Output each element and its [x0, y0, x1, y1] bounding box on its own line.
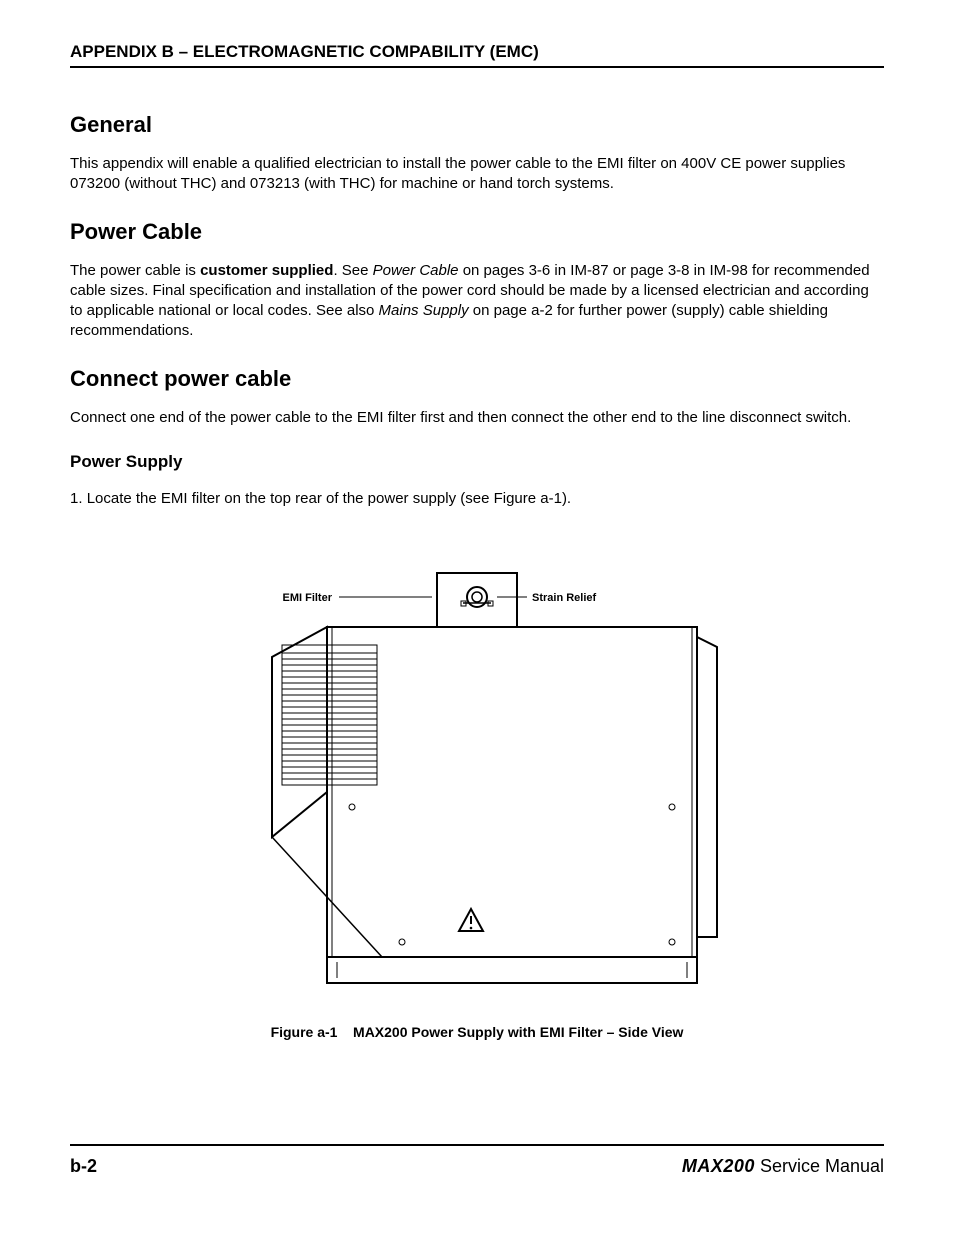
page-footer: b-2 MAX200 Service Manual [70, 1144, 884, 1177]
heading-general: General [70, 112, 884, 138]
warning-icon [459, 909, 483, 931]
list-item: Locate the EMI filter on the top rear of… [70, 490, 884, 507]
label-emi-filter: EMI Filter [282, 592, 332, 604]
caption-text: MAX200 Power Supply with EMI Filter – Si… [353, 1024, 683, 1040]
figure: EMI Filter Strain Relief [70, 567, 884, 1040]
caption-prefix: Figure a-1 [271, 1024, 338, 1040]
paragraph-power-cable: The power cable is customer supplied. Se… [70, 261, 884, 342]
brand: MAX200 [682, 1156, 755, 1176]
footer-right: MAX200 Service Manual [682, 1156, 884, 1177]
page-header: APPENDIX B – ELECTROMAGNETIC COMPABILITY… [70, 42, 884, 68]
text: The power cable is [70, 262, 200, 279]
text-italic: Mains Supply [379, 302, 469, 319]
text-italic: Power Cable [373, 262, 459, 279]
heading-power-cable: Power Cable [70, 219, 884, 245]
text-bold: customer supplied [200, 262, 333, 279]
figure-caption: Figure a-1 MAX200 Power Supply with EMI … [70, 1024, 884, 1040]
text: . See [333, 262, 372, 279]
label-strain-relief: Strain Relief [532, 592, 597, 604]
heading-power-supply: Power Supply [70, 452, 884, 472]
manual-label: Service Manual [755, 1156, 884, 1176]
paragraph-connect: Connect one end of the power cable to th… [70, 408, 884, 428]
paragraph-general: This appendix will enable a qualified el… [70, 154, 884, 195]
steps-list: Locate the EMI filter on the top rear of… [70, 490, 884, 507]
page-number: b-2 [70, 1156, 97, 1177]
heading-connect: Connect power cable [70, 366, 884, 392]
figure-svg: EMI Filter Strain Relief [197, 567, 757, 997]
